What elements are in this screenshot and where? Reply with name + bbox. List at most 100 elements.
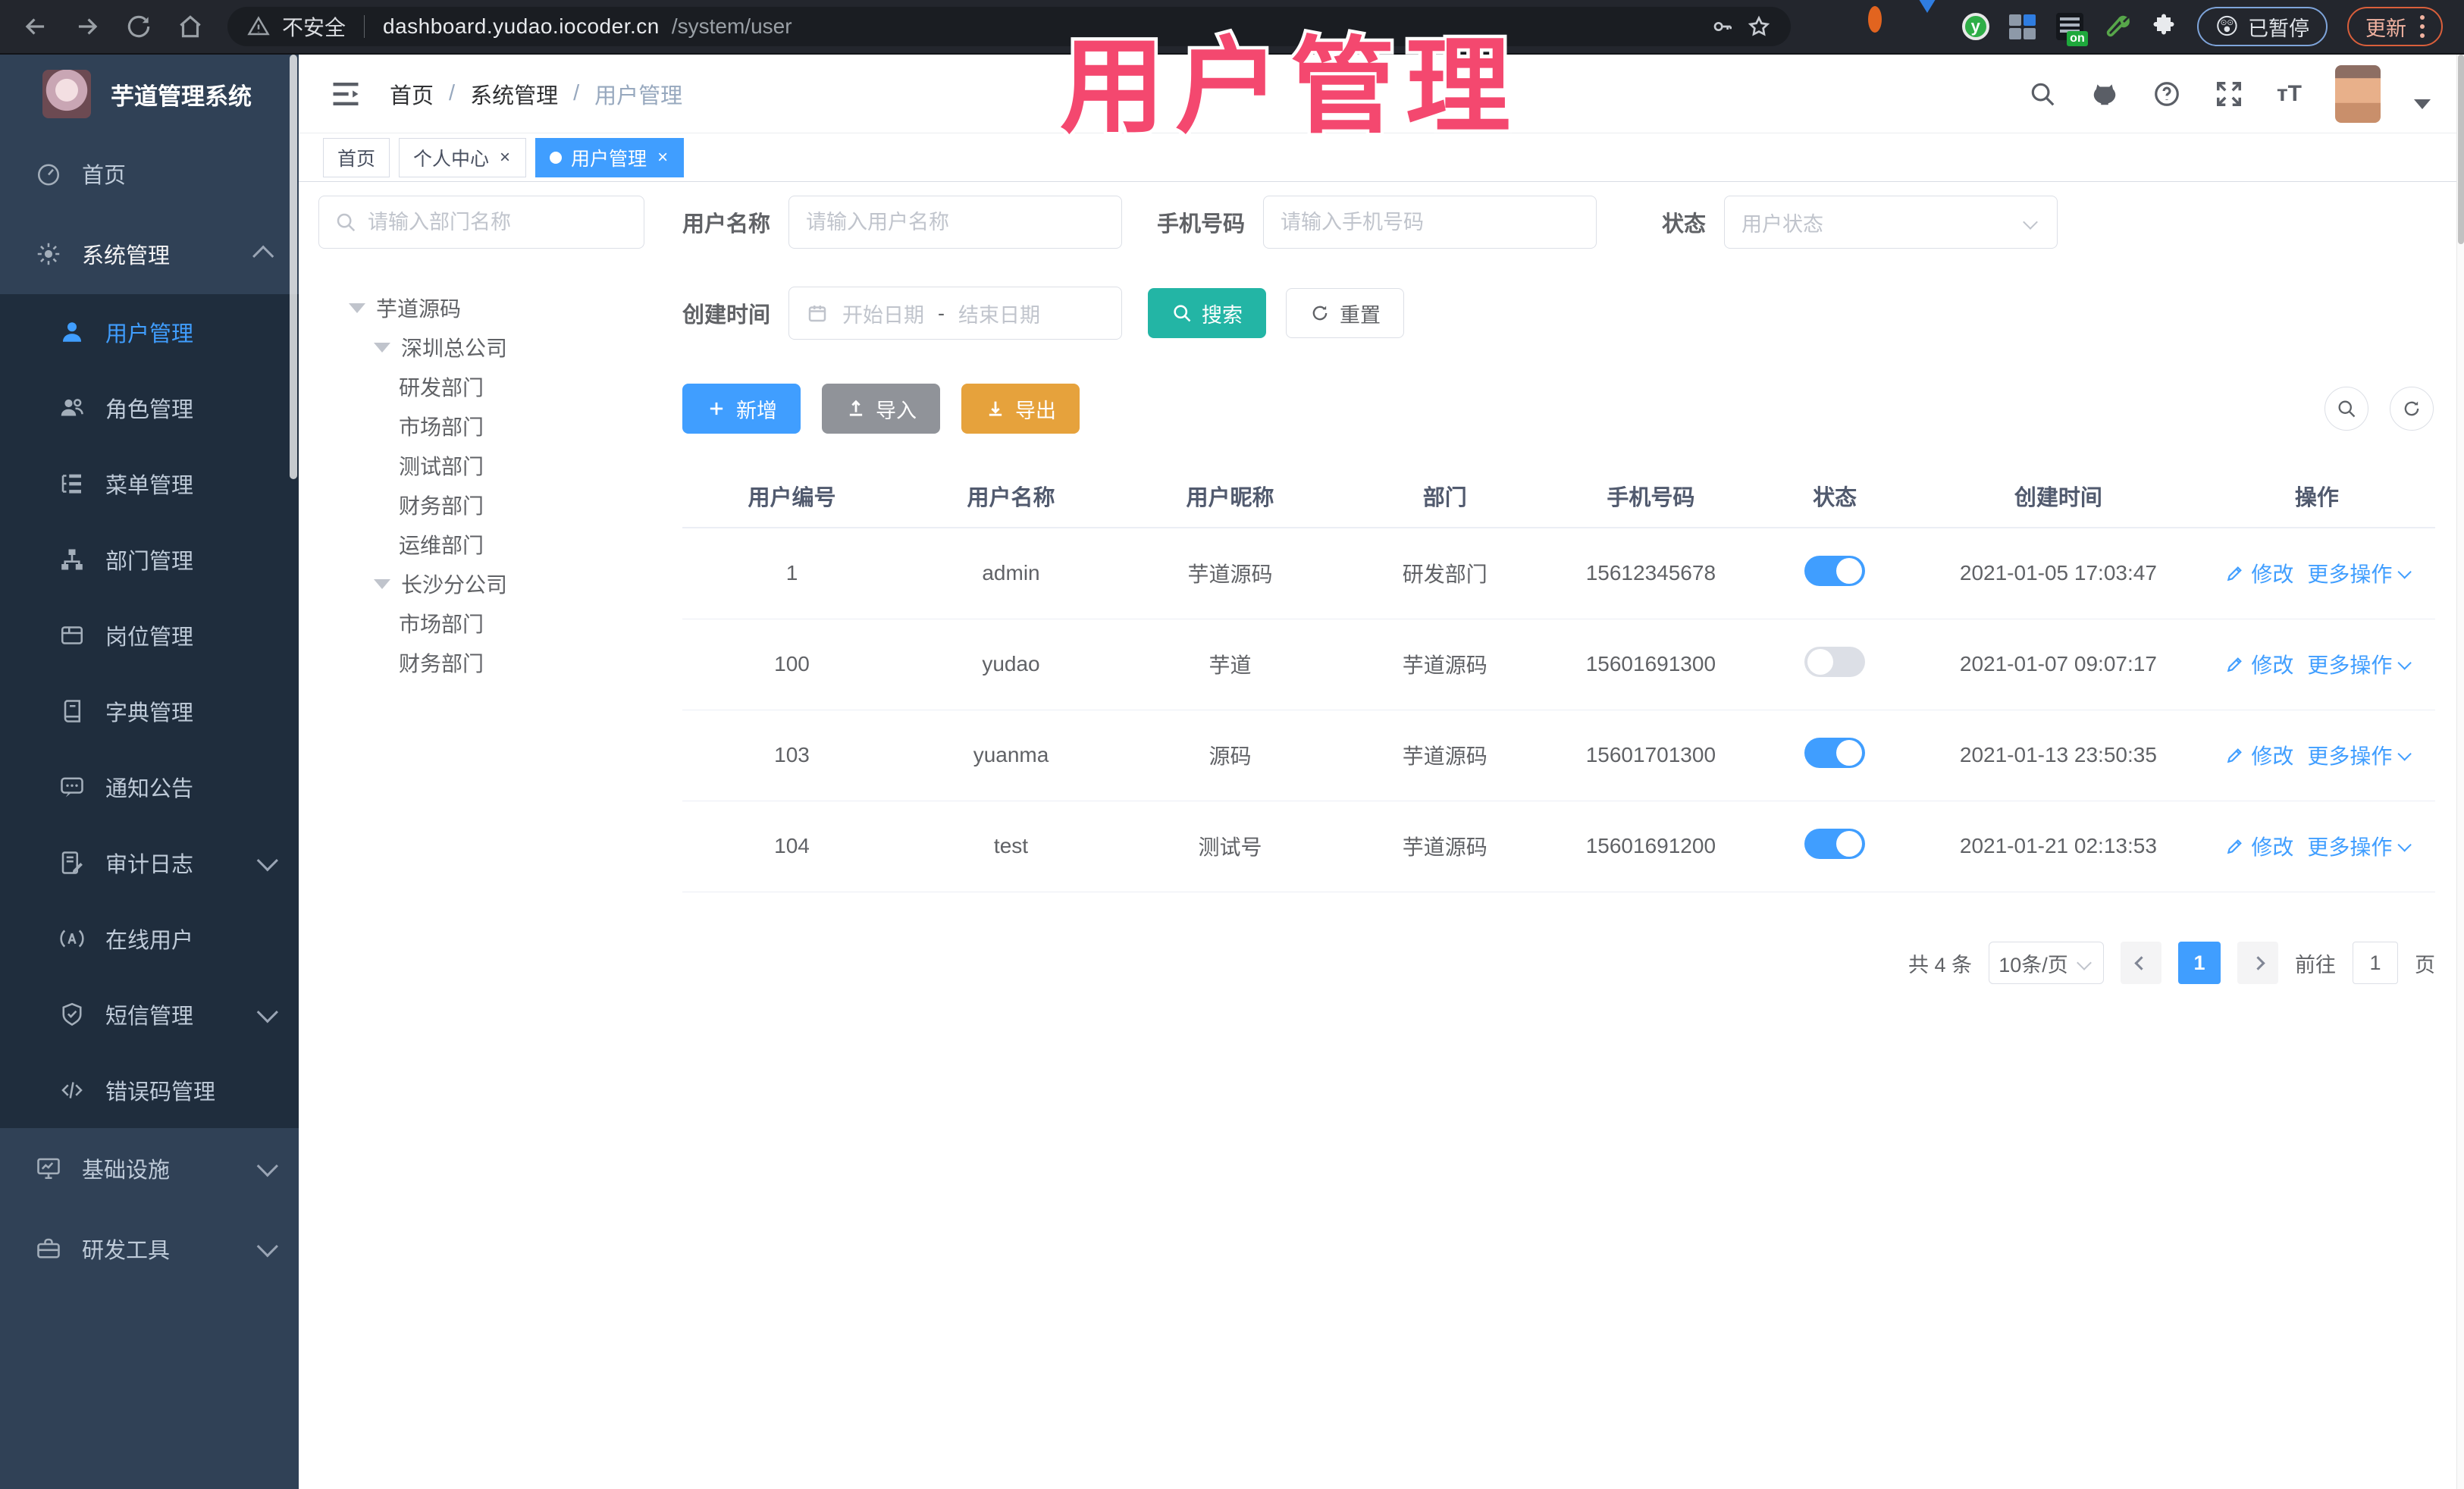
header-search-icon[interactable] (2028, 80, 2057, 108)
tree-node-深圳总公司[interactable]: 深圳总公司 (318, 328, 660, 367)
sidebar-item-错误码管理[interactable]: 错误码管理 (0, 1052, 299, 1128)
sidebar-item-用户管理[interactable]: 用户管理 (0, 294, 299, 370)
back-icon[interactable] (21, 12, 50, 41)
tree-node-运维部门[interactable]: 运维部门 (318, 525, 660, 564)
fullscreen-icon[interactable] (2215, 80, 2243, 108)
tree-expand-caret-icon[interactable] (349, 303, 365, 313)
sidebar-item-角色管理[interactable]: 角色管理 (0, 370, 299, 446)
extension-blue-gem-icon[interactable] (1914, 0, 1942, 40)
more-actions-link[interactable]: 更多操作 (2307, 740, 2412, 770)
sidebar-item-研发工具[interactable]: 研发工具 (0, 1208, 299, 1289)
extension-orange-ring-icon[interactable] (1867, 6, 1895, 40)
extension-grid-icon[interactable] (2008, 13, 2036, 40)
username-input[interactable] (806, 210, 1105, 234)
tab-用户管理[interactable]: 用户管理 × (535, 137, 685, 177)
sidebar-item-审计日志[interactable]: 审计日志 (0, 825, 299, 901)
import-button[interactable]: 导入 (822, 384, 940, 434)
tab-close-icon[interactable]: × (656, 147, 669, 168)
tree-expand-caret-icon[interactable] (374, 342, 390, 353)
browser-menu-icon[interactable] (2420, 15, 2425, 38)
tab-close-icon[interactable]: × (498, 147, 512, 168)
tree-expand-caret-icon[interactable] (374, 578, 390, 589)
profile-paused-chip[interactable]: 😲 已暂停 (2196, 7, 2328, 46)
reset-button[interactable]: 重置 (1286, 288, 1405, 338)
tree-node-市场部门[interactable]: 市场部门 (318, 603, 660, 643)
username-field[interactable] (788, 196, 1123, 249)
url-host[interactable]: dashboard.yudao.iocoder.cn (383, 14, 660, 39)
address-bar[interactable]: 不安全 dashboard.yudao.iocoder.cn /system/u… (227, 7, 1791, 46)
extension-on-switch-icon[interactable]: on (2055, 13, 2088, 46)
dept-search-input[interactable] (368, 210, 629, 234)
status-toggle[interactable] (1804, 828, 1866, 859)
breadcrumb-system[interactable]: 系统管理 (470, 78, 558, 110)
sidebar-scrollbar[interactable] (290, 55, 297, 479)
url-path[interactable]: /system/user (672, 14, 792, 39)
search-button[interactable]: 搜索 (1148, 288, 1267, 338)
sidebar-item-通知公告[interactable]: 通知公告 (0, 749, 299, 825)
toggle-search-button[interactable] (2324, 387, 2368, 431)
not-secure-label[interactable]: 不安全 (282, 11, 346, 42)
window-scrollbar[interactable] (2456, 55, 2464, 1489)
bookmark-star-icon[interactable] (1747, 14, 1771, 39)
tree-node-测试部门[interactable]: 测试部门 (318, 446, 660, 485)
reload-icon[interactable] (124, 12, 153, 41)
chrome-update-chip[interactable]: 更新 (2347, 7, 2443, 46)
tab-个人中心[interactable]: 个人中心 × (399, 137, 527, 177)
edit-link[interactable]: 修改 (2225, 649, 2293, 679)
logo-row[interactable]: 芋道管理系统 (0, 55, 299, 133)
status-toggle[interactable] (1804, 737, 1866, 768)
prev-page-button[interactable] (2121, 942, 2161, 984)
extensions-puzzle-icon[interactable] (2150, 13, 2177, 40)
sidebar-item-岗位管理[interactable]: 岗位管理 (0, 597, 299, 673)
add-button[interactable]: 新增 (682, 384, 801, 434)
user-avatar[interactable] (2335, 64, 2381, 123)
tree-node-财务部门[interactable]: 财务部门 (318, 485, 660, 525)
tree-node-芋道源码[interactable]: 芋道源码 (318, 288, 660, 328)
tree-node-长沙分公司[interactable]: 长沙分公司 (318, 564, 660, 603)
github-icon[interactable] (2090, 80, 2119, 108)
sidebar-item-短信管理[interactable]: 短信管理 (0, 976, 299, 1052)
extension-wrench-icon[interactable] (2103, 13, 2130, 40)
date-range-picker[interactable]: 开始日期 - 结束日期 (788, 287, 1123, 340)
forward-icon[interactable] (73, 12, 102, 41)
home-icon[interactable] (176, 12, 205, 41)
mobile-field[interactable] (1263, 196, 1597, 249)
tree-node-市场部门[interactable]: 市场部门 (318, 406, 660, 446)
sidebar-item-在线用户[interactable]: 在线用户 (0, 901, 299, 976)
breadcrumb-home[interactable]: 首页 (390, 78, 434, 110)
password-key-icon[interactable] (1710, 14, 1735, 39)
edit-link[interactable]: 修改 (2225, 740, 2293, 770)
sidebar-item-字典管理[interactable]: 字典管理 (0, 673, 299, 749)
next-page-button[interactable] (2237, 942, 2278, 984)
current-page-button[interactable]: 1 (2178, 942, 2221, 984)
sidebar-item-系统管理[interactable]: 系统管理 (0, 214, 299, 294)
status-toggle[interactable] (1804, 555, 1866, 586)
status-toggle[interactable] (1804, 646, 1866, 677)
dept-search-box[interactable] (318, 196, 644, 249)
sidebar-item-首页[interactable]: 首页 (0, 133, 299, 214)
page-size-select[interactable]: 10条/页 (1989, 942, 2104, 984)
more-actions-link[interactable]: 更多操作 (2307, 558, 2412, 588)
tab-首页[interactable]: 首页 (323, 137, 390, 177)
tree-node-财务部门[interactable]: 财务部门 (318, 643, 660, 682)
edit-link[interactable]: 修改 (2225, 558, 2293, 588)
more-actions-link[interactable]: 更多操作 (2307, 649, 2412, 679)
goto-page-input[interactable] (2353, 942, 2398, 984)
avatar-caret-icon[interactable] (2414, 99, 2431, 109)
sidebar-item-部门管理[interactable]: 部门管理 (0, 522, 299, 597)
extension-green-y-icon[interactable]: y (1961, 13, 1989, 40)
more-actions-caret-icon (2397, 655, 2412, 670)
docs-help-icon[interactable] (2152, 80, 2181, 108)
chevron-up-icon (252, 245, 274, 267)
sidebar-item-菜单管理[interactable]: 菜单管理 (0, 446, 299, 522)
hamburger-icon[interactable] (329, 77, 362, 111)
more-actions-link[interactable]: 更多操作 (2307, 831, 2412, 861)
status-select[interactable]: 用户状态 (1724, 196, 2058, 249)
edit-link[interactable]: 修改 (2225, 831, 2293, 861)
refresh-table-button[interactable] (2390, 387, 2434, 431)
sidebar-item-基础设施[interactable]: 基础设施 (0, 1128, 299, 1208)
tree-node-研发部门[interactable]: 研发部门 (318, 367, 660, 406)
mobile-input[interactable] (1281, 210, 1580, 234)
export-button[interactable]: 导出 (961, 384, 1080, 434)
font-size-icon[interactable]: ᴛT (2277, 81, 2302, 107)
